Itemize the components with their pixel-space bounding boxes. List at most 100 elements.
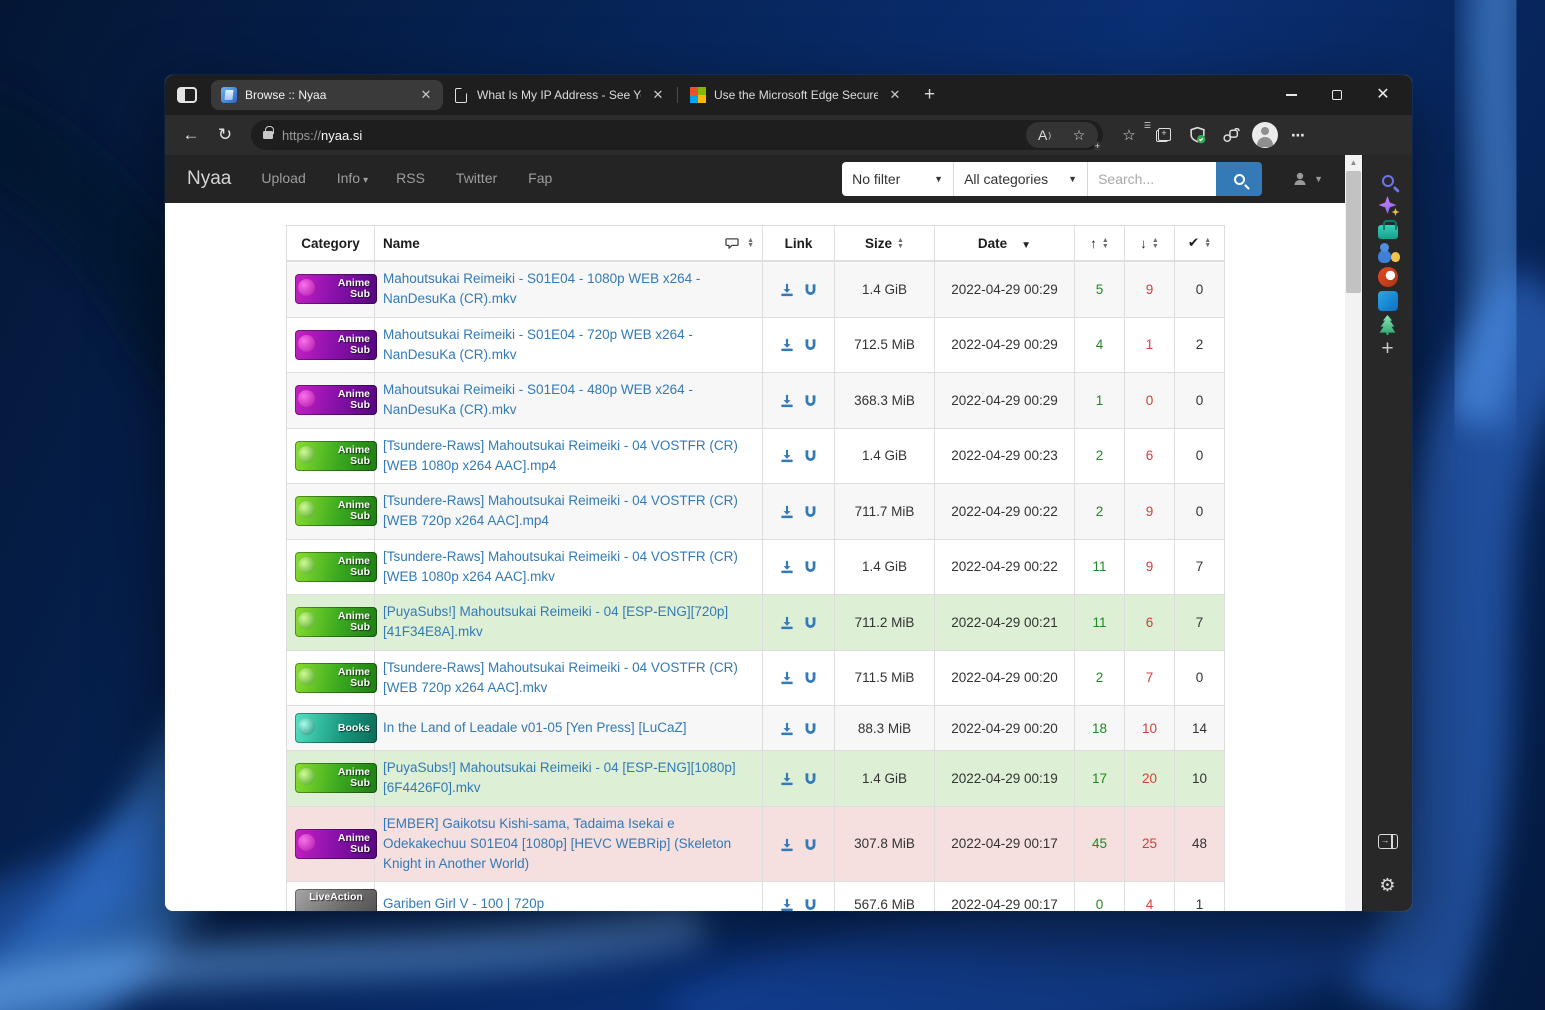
category-badge[interactable]: AnimeSub [295,496,377,526]
download-icon[interactable] [780,505,794,519]
tab-close-icon[interactable]: ✕ [417,86,435,104]
magnet-icon[interactable] [804,338,817,352]
magnet-icon[interactable] [804,898,817,911]
nyaa-nav-link-fap[interactable]: Fap [528,170,555,186]
magnet-icon[interactable] [804,560,817,574]
security-shield-icon[interactable] [1181,120,1213,150]
header-completed[interactable]: ✔▲▼ [1175,226,1225,262]
browser-tab[interactable]: Browse :: Nyaa ✕ [211,80,443,110]
collections-icon[interactable] [1147,120,1179,150]
nyaa-nav-link-upload[interactable]: Upload [261,170,308,186]
magnet-icon[interactable] [804,772,817,786]
office-icon[interactable] [1376,265,1400,289]
refresh-icon[interactable]: ↻ [209,120,241,150]
category-badge[interactable]: AnimeSub [295,763,377,793]
category-badge[interactable]: AnimeSub [295,274,377,304]
download-icon[interactable] [780,898,794,911]
settings-icon[interactable]: ⚙ [1376,873,1400,897]
panel-icon[interactable] [1376,829,1400,853]
nyaa-nav-link-twitter[interactable]: Twitter [456,170,500,186]
category-select[interactable]: All categories▼ [954,162,1088,196]
download-icon[interactable] [780,616,794,630]
torrent-name-link[interactable]: Mahoutsukai Reimeiki - S01E04 - 1080p WE… [383,271,700,306]
category-badge[interactable]: AnimeSub [295,607,377,637]
tab-close-icon[interactable]: ✕ [886,86,904,104]
add-icon[interactable]: + [1376,337,1400,361]
header-seeders[interactable]: ↑▲▼ [1075,226,1125,262]
torrent-name-link[interactable]: In the Land of Leadale v01-05 [Yen Press… [383,720,686,735]
nyaa-nav-link-rss[interactable]: RSS [396,170,428,186]
magnet-icon[interactable] [804,449,817,463]
category-badge[interactable]: LiveAction [295,889,377,911]
lock-icon[interactable] [263,131,273,139]
category-badge[interactable]: Books [295,713,377,743]
category-badge[interactable]: AnimeSub [295,441,377,471]
torrent-name-link[interactable]: [EMBER] Gaikotsu Kishi-sama, Tadaima Ise… [383,816,731,872]
scrollbar-thumb[interactable] [1346,171,1361,293]
download-icon[interactable] [780,722,794,736]
games-icon[interactable] [1376,241,1400,265]
nyaa-nav-link-info[interactable]: Info▾ [337,170,368,186]
tab-close-icon[interactable]: ✕ [649,86,667,104]
magnet-icon[interactable] [804,394,817,408]
magnet-icon[interactable] [804,616,817,630]
shopping-icon[interactable] [1376,217,1400,241]
search-icon[interactable] [1376,169,1400,193]
new-tab-button[interactable]: + [912,84,947,106]
browser-tab[interactable]: What Is My IP Address - See You ✕ [443,80,675,110]
download-icon[interactable] [780,671,794,685]
scrollbar-up-arrow[interactable]: ▲ [1345,158,1362,167]
add-favorite-icon[interactable]: ☆+ [1062,122,1096,148]
category-badge[interactable]: AnimeSub [295,829,377,859]
download-icon[interactable] [780,449,794,463]
torrent-name-link[interactable]: [Tsundere-Raws] Mahoutsukai Reimeiki - 0… [383,549,738,584]
magnet-icon[interactable] [804,838,817,852]
category-badge[interactable]: AnimeSub [295,385,377,415]
minimize-button[interactable] [1268,75,1314,115]
torrent-name-link[interactable]: [Tsundere-Raws] Mahoutsukai Reimeiki - 0… [383,438,738,473]
header-date[interactable]: Date▼ [935,226,1075,262]
download-icon[interactable] [780,560,794,574]
header-leechers[interactable]: ↓▲▼ [1125,226,1175,262]
favorites-icon[interactable]: ☆☰ [1113,120,1145,150]
outlook-icon[interactable] [1376,289,1400,313]
browser-essentials-icon[interactable] [1215,120,1247,150]
download-icon[interactable] [780,772,794,786]
magnet-icon[interactable] [804,671,817,685]
nyaa-brand[interactable]: Nyaa [187,168,231,190]
header-name[interactable]: Name ▲▼ [375,226,763,262]
category-badge[interactable]: AnimeSub [295,663,377,693]
browser-tab[interactable]: Use the Microsoft Edge Secure N ✕ [680,80,912,110]
magnet-icon[interactable] [804,722,817,736]
user-menu[interactable]: ▼ [1292,171,1323,187]
torrent-name-link[interactable]: Gariben Girl V - 100 | 720p [383,896,544,911]
tab-actions-menu-icon[interactable] [177,87,197,103]
maximize-button[interactable] [1314,75,1360,115]
search-button[interactable] [1216,162,1262,196]
download-icon[interactable] [780,283,794,297]
magnet-icon[interactable] [804,283,817,297]
tree-icon[interactable] [1376,313,1400,337]
category-badge[interactable]: AnimeSub [295,330,377,360]
page-scrollbar[interactable]: ▲ [1345,155,1362,911]
read-aloud-icon[interactable]: A) [1028,122,1062,148]
download-icon[interactable] [780,394,794,408]
torrent-name-link[interactable]: [Tsundere-Raws] Mahoutsukai Reimeiki - 0… [383,660,738,695]
category-badge[interactable]: AnimeSub [295,552,377,582]
download-icon[interactable] [780,838,794,852]
search-input[interactable] [1088,162,1216,196]
download-icon[interactable] [780,338,794,352]
torrent-name-link[interactable]: Mahoutsukai Reimeiki - S01E04 - 480p WEB… [383,382,693,417]
torrent-name-link[interactable]: [PuyaSubs!] Mahoutsukai Reimeiki - 04 [E… [383,760,736,795]
header-size[interactable]: Size▲▼ [835,226,935,262]
magnet-icon[interactable] [804,505,817,519]
close-button[interactable]: ✕ [1360,75,1406,115]
torrent-name-link[interactable]: Mahoutsukai Reimeiki - S01E04 - 720p WEB… [383,327,693,362]
settings-menu-icon[interactable]: ⋯ [1283,120,1315,150]
profile-avatar[interactable] [1249,120,1281,150]
filter-select[interactable]: No filter▼ [842,162,954,196]
back-icon[interactable]: ← [175,120,207,150]
address-bar[interactable]: https://nyaa.si A) ☆+ [251,120,1103,150]
discover-icon[interactable] [1376,193,1400,217]
torrent-name-link[interactable]: [PuyaSubs!] Mahoutsukai Reimeiki - 04 [E… [383,604,728,639]
